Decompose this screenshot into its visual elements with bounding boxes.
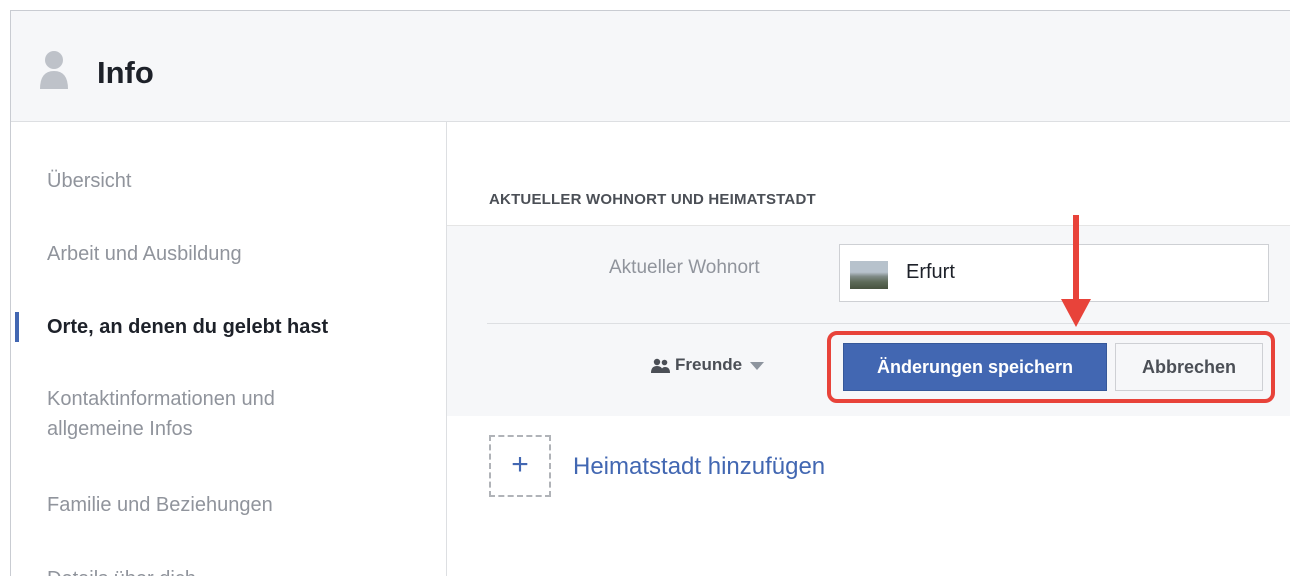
page-title: Info (97, 55, 154, 90)
sidebar-item-family-relationships[interactable]: Familie und Beziehungen (47, 490, 273, 520)
sidebar-item-overview[interactable]: Übersicht (47, 166, 131, 196)
info-sidebar: Übersicht Arbeit und Ausbildung Orte, an… (11, 122, 447, 576)
sidebar-item-places-lived[interactable]: Orte, an denen du gelebt hast (47, 312, 328, 342)
info-header: Info (11, 11, 1290, 122)
privacy-selector[interactable]: Freunde (651, 355, 765, 375)
sidebar-item-contact-info[interactable]: Kontaktinformationen und allgemeine Info… (47, 384, 275, 444)
cancel-button[interactable]: Abbrechen (1115, 343, 1263, 391)
sidebar-item-work-education[interactable]: Arbeit und Ausbildung (47, 239, 242, 269)
active-indicator (15, 312, 19, 342)
sidebar-item-label: allgemeine Infos (47, 418, 193, 440)
section-title: AKTUELLER WOHNORT UND HEIMATSTADT (489, 191, 816, 208)
arrow-down-icon (1061, 215, 1091, 327)
city-thumbnail (850, 261, 888, 289)
person-icon (40, 51, 68, 89)
add-hometown-button[interactable]: + (489, 435, 551, 497)
profile-info-panel: Info Übersicht Arbeit und Ausbildung Ort… (10, 10, 1290, 576)
current-city-label: Aktueller Wohnort (609, 257, 760, 278)
form-divider (487, 323, 1290, 324)
save-changes-button[interactable]: Änderungen speichern (843, 343, 1107, 391)
chevron-down-icon (750, 361, 765, 370)
current-city-field[interactable]: Erfurt (839, 244, 1269, 302)
sidebar-item-label: Kontaktinformationen und (47, 388, 275, 410)
current-city-value: Erfurt (906, 261, 955, 283)
friends-icon (651, 358, 670, 373)
sidebar-item-details-about-you[interactable]: Details über dich (47, 564, 196, 576)
add-hometown-link[interactable]: Heimatstadt hinzufügen (573, 453, 825, 481)
privacy-label: Freunde (675, 355, 743, 374)
